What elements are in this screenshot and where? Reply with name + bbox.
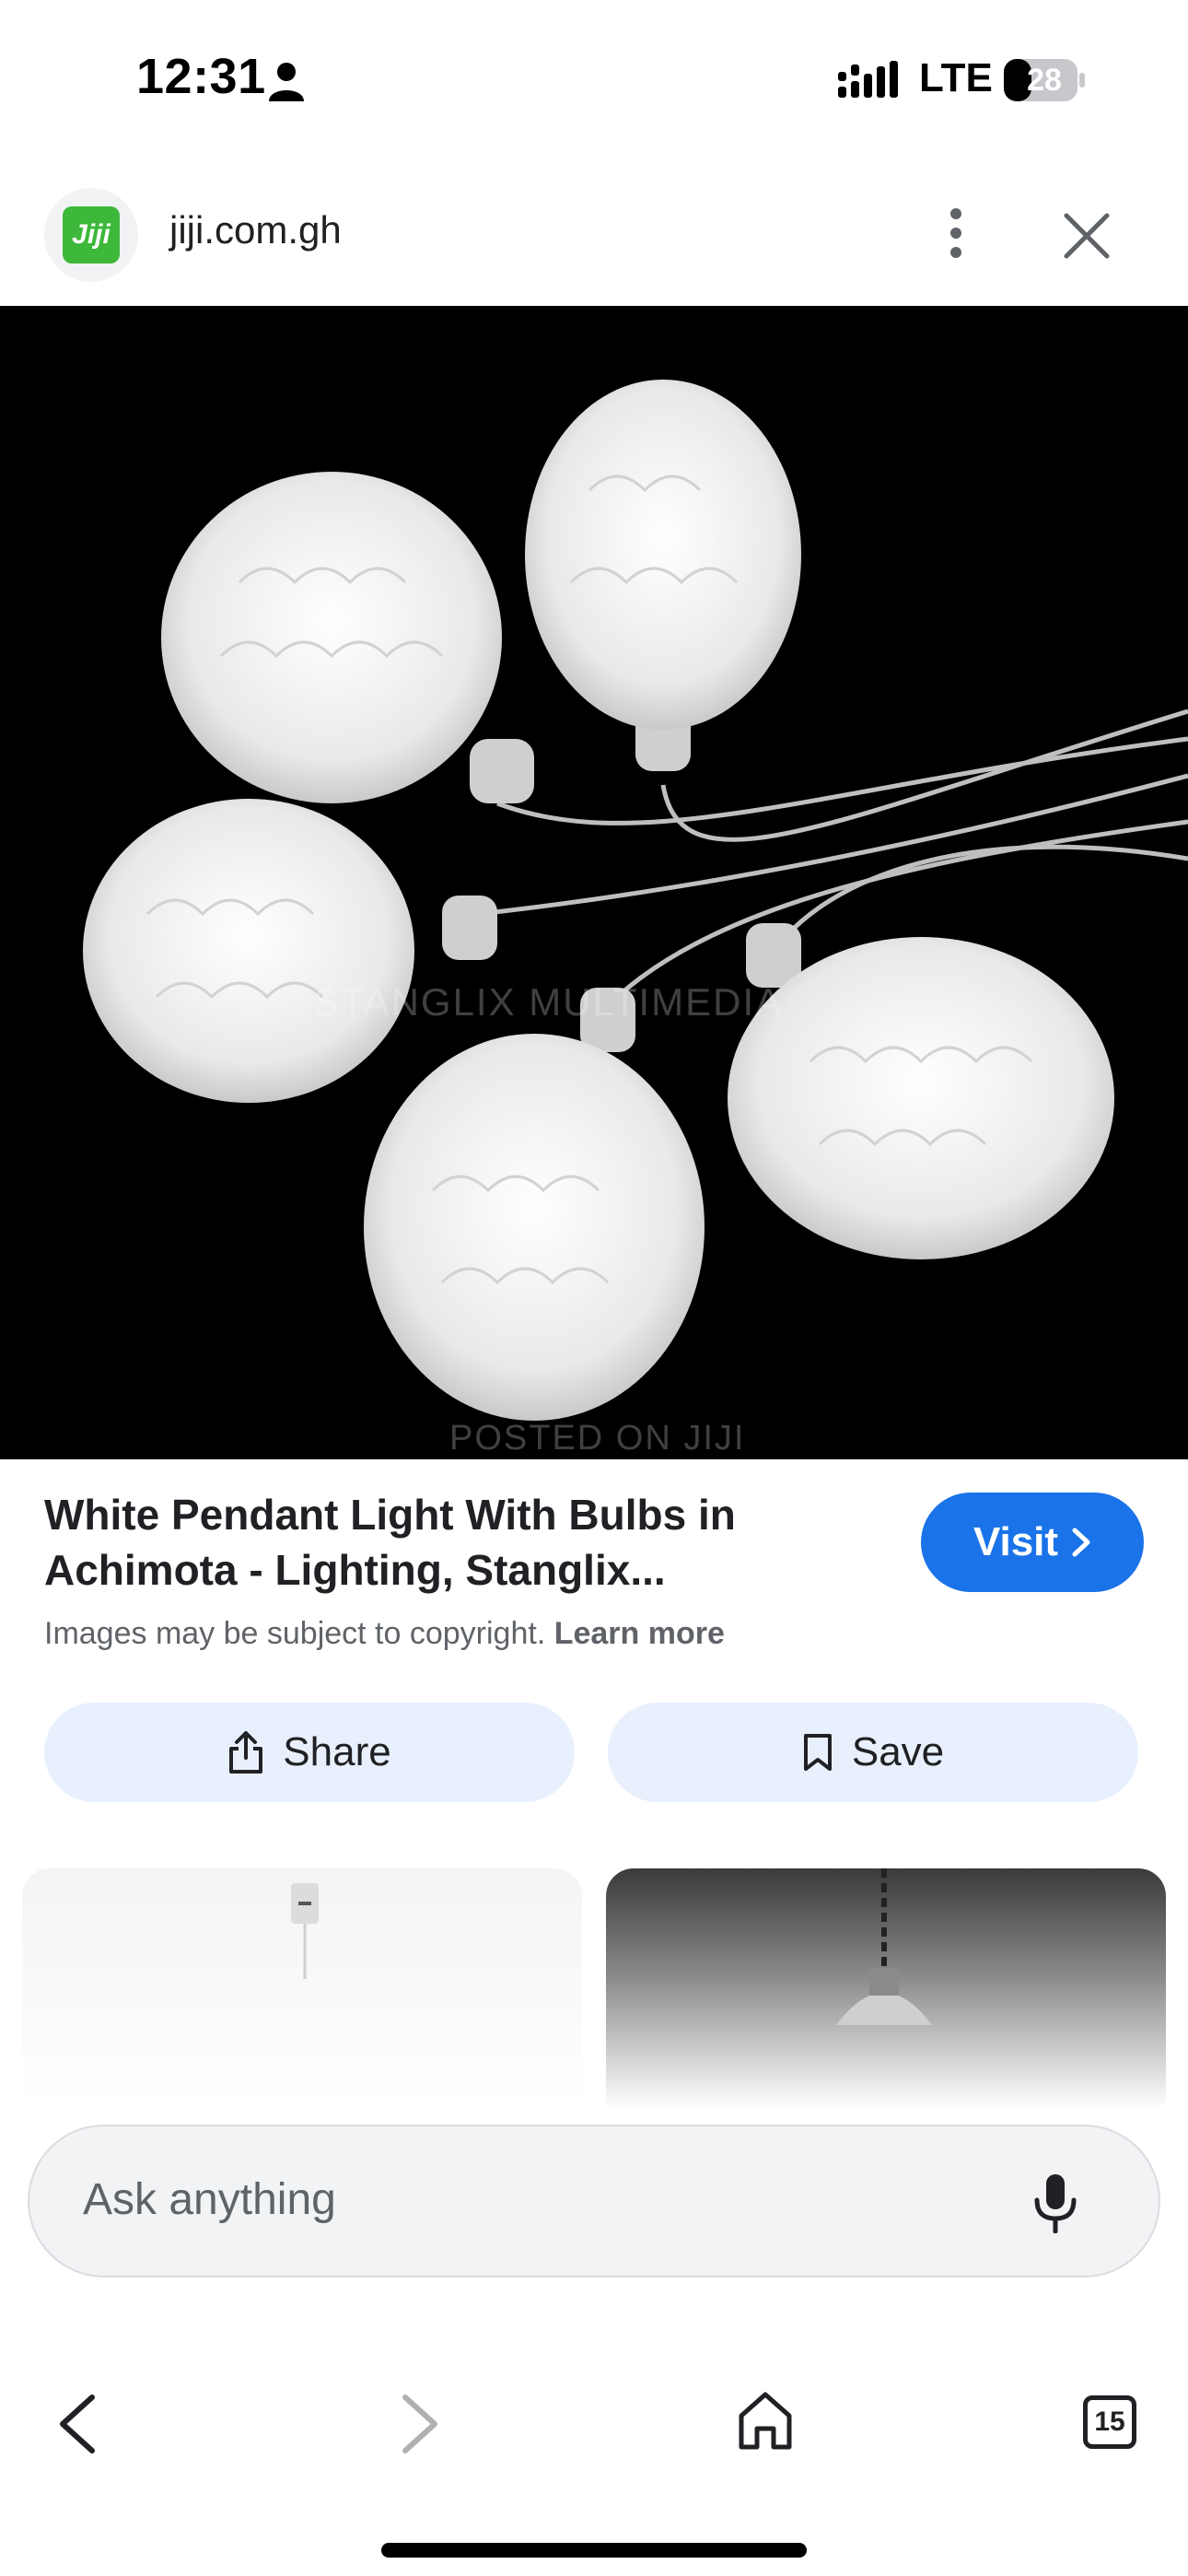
battery-level: 28	[1027, 63, 1062, 98]
result-title[interactable]: White Pendant Light With Bulbs in Achimo…	[44, 1487, 910, 1598]
share-label: Share	[283, 1729, 391, 1774]
result-image[interactable]: STANGLIX MULTIMEDIA POSTED ON JIJI	[0, 306, 1188, 1459]
forward-icon[interactable]	[394, 2392, 446, 2456]
mic-icon[interactable]	[1030, 2172, 1081, 2233]
visit-button[interactable]: Visit	[921, 1493, 1144, 1592]
related-image-2[interactable]	[606, 1868, 1166, 2108]
network-type: LTE	[919, 55, 993, 100]
site-logo-mark: Jiji	[63, 206, 120, 263]
watermark: STANGLIX MULTIMEDIA	[313, 980, 784, 1024]
copyright-text: Images may be subject to copyright.	[44, 1616, 546, 1651]
share-button[interactable]: Share	[44, 1703, 575, 1802]
tabs-icon[interactable]: 15	[1083, 2395, 1136, 2449]
back-icon[interactable]	[52, 2392, 103, 2456]
thumb-illustration	[836, 1868, 932, 2025]
home-indicator[interactable]	[381, 2543, 807, 2558]
signal-icon	[838, 61, 898, 98]
save-label: Save	[851, 1729, 945, 1774]
person-icon	[269, 63, 304, 101]
copyright-notice: Images may be subject to copyright. Lear…	[44, 1616, 725, 1652]
pendant-lights-illustration	[83, 380, 1188, 1421]
site-domain[interactable]: jiji.com.gh	[169, 208, 342, 252]
bookmark-icon	[803, 1734, 832, 1771]
save-button[interactable]: Save	[608, 1703, 1138, 1802]
status-time: 12:31	[136, 49, 266, 104]
share-icon	[229, 1731, 263, 1774]
watermark-posted: POSTED ON JIJI	[449, 1419, 746, 1458]
learn-more-link[interactable]: Learn more	[554, 1616, 725, 1651]
home-icon[interactable]	[737, 2390, 794, 2453]
visit-label: Visit	[973, 1519, 1059, 1564]
chevron-right-icon	[1072, 1528, 1090, 1557]
more-icon[interactable]	[939, 206, 973, 260]
related-image-1[interactable]	[22, 1868, 582, 2108]
thumb-illustration	[291, 1883, 319, 1979]
close-icon[interactable]	[1063, 212, 1111, 260]
search-input[interactable]: Ask anything	[83, 2174, 336, 2225]
